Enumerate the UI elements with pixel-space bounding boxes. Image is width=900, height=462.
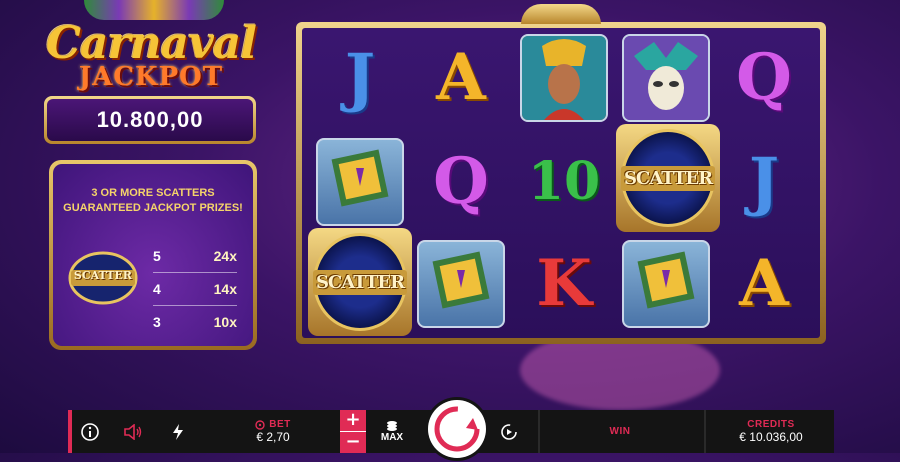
- bar-accent: [68, 410, 72, 453]
- mask-decoration: [84, 0, 224, 20]
- credits-value: € 10.036,00: [739, 430, 803, 444]
- symbol-letter: J: [748, 144, 780, 219]
- symbol-letter: 10: [527, 151, 601, 212]
- max-bet-button[interactable]: MAX: [372, 410, 412, 453]
- credits-label: CREDITS: [747, 419, 795, 430]
- symbol-flag: [417, 240, 505, 328]
- coin-stack-icon: [387, 421, 397, 431]
- frame-crest: [521, 4, 601, 24]
- row-multiplier: 24x: [213, 248, 237, 264]
- autoplay-button[interactable]: [496, 410, 522, 453]
- symbol-scatter: SCATTER: [616, 124, 720, 232]
- symbol-letter: J: [344, 40, 376, 115]
- symbol-scatter: SCATTER: [308, 228, 412, 336]
- paytable-header: 3 OR MORE SCATTERS GUARANTEED JACKPOT PR…: [53, 186, 253, 216]
- win-display: WIN: [538, 410, 700, 453]
- sound-button[interactable]: [122, 410, 144, 453]
- symbol-q: Q: [720, 34, 808, 122]
- paytable-row: 5 24x: [153, 240, 237, 273]
- scatter-label: SCATTER: [620, 165, 716, 191]
- paytable-header-line1: 3 OR MORE SCATTERS: [91, 187, 215, 199]
- jester-mask-icon: [624, 36, 708, 120]
- symbol-k: K: [520, 240, 608, 328]
- scatter-label: SCATTER: [312, 269, 408, 295]
- bet-display: BET € 2,70: [218, 410, 328, 453]
- bet-adjust: + −: [340, 410, 366, 453]
- carnival-woman-icon: [522, 36, 606, 120]
- turbo-button[interactable]: [168, 410, 188, 453]
- flag-icon: [637, 251, 695, 309]
- speaker-icon: [124, 423, 142, 440]
- flag-icon: [331, 149, 389, 207]
- symbol-flag: [316, 138, 404, 226]
- symbol-flag: [622, 240, 710, 328]
- reel-frame: J A Q Q 10 SCATTER J SCATTER K A: [296, 4, 826, 344]
- symbol-jester-mask: [622, 34, 710, 122]
- paytable-row: 3 10x: [153, 306, 237, 338]
- row-multiplier: 10x: [213, 314, 237, 330]
- autoplay-icon: [501, 423, 517, 440]
- symbol-letter: Q: [433, 144, 489, 219]
- row-multiplier: 14x: [213, 281, 237, 297]
- symbol-letter: A: [739, 246, 789, 321]
- bet-value: € 2,70: [256, 430, 290, 444]
- win-label: WIN: [609, 426, 631, 437]
- reel-grid: J A Q Q 10 SCATTER J SCATTER K A: [302, 28, 820, 338]
- bet-settings-icon: [255, 419, 265, 430]
- spin-icon: [434, 406, 480, 452]
- max-label: MAX: [380, 432, 404, 443]
- paytable-scatter-icon: SCATTER: [67, 250, 139, 306]
- flag-icon: [432, 251, 490, 309]
- symbol-letter: K: [536, 246, 592, 321]
- symbol-j: J: [720, 138, 808, 226]
- symbol-letter: A: [436, 40, 486, 115]
- row-count: 5: [153, 248, 161, 264]
- symbol-q: Q: [417, 138, 505, 226]
- row-count: 4: [153, 281, 161, 297]
- symbol-carnival-woman: [520, 34, 608, 122]
- bet-decrease-button[interactable]: −: [340, 432, 366, 453]
- spin-button[interactable]: [428, 400, 486, 458]
- logo-subtitle: JACKPOT: [78, 62, 224, 92]
- symbol-a: A: [720, 240, 808, 328]
- jackpot-display: 10.800,00: [44, 96, 256, 144]
- row-count: 3: [153, 314, 161, 330]
- scatter-paytable: 3 OR MORE SCATTERS GUARANTEED JACKPOT PR…: [49, 160, 257, 350]
- lightning-icon: [173, 423, 183, 440]
- bet-increase-button[interactable]: +: [340, 410, 366, 432]
- symbol-j: J: [316, 34, 404, 122]
- game-logo: Carnaval JACKPOT: [44, 0, 258, 100]
- credits-display: CREDITS € 10.036,00: [704, 410, 836, 453]
- symbol-a: A: [417, 34, 505, 122]
- control-bar: BET € 2,70 + − MAX WIN CREDITS € 10.036,…: [68, 400, 836, 458]
- symbol-letter: Q: [736, 40, 792, 115]
- bet-label: BET: [269, 419, 291, 430]
- paytable-header-line2: GUARANTEED JACKPOT PRIZES!: [63, 202, 243, 214]
- symbol-ten: 10: [520, 138, 608, 226]
- jackpot-value: 10.800,00: [47, 99, 253, 141]
- info-button[interactable]: [80, 410, 100, 453]
- paytable-rows: 5 24x 4 14x 3 10x: [153, 240, 237, 338]
- paytable-row: 4 14x: [153, 273, 237, 306]
- info-icon: [81, 422, 99, 441]
- paytable-scatter-label: SCATTER: [73, 269, 133, 282]
